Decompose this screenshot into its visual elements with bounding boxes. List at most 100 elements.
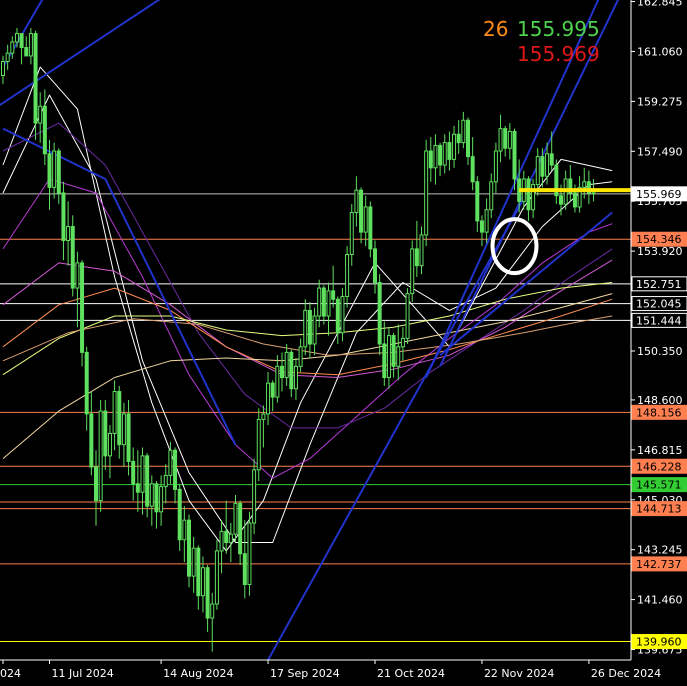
candle [159,475,164,526]
candle-body [261,413,266,420]
candle-body [479,220,484,233]
candle-body [112,391,117,434]
candle-body [503,128,508,149]
candle [154,481,159,529]
candle [117,385,122,459]
candle [56,148,61,205]
candle-body [275,365,280,398]
candle [284,343,289,386]
candle [321,285,326,325]
y-axis-tick-label: 161.060 [637,45,683,58]
candle [70,215,75,297]
x-axis-tick-label: 26 Dec 2024 [591,667,661,680]
candle-body [47,153,52,188]
x-axis-tick-label: 024 [0,667,21,680]
candle [89,391,94,476]
candle-body [512,130,517,180]
candle [187,514,191,588]
price-level-tag-label: 148.156 [636,406,682,419]
candle-body [154,483,159,513]
candle-body [56,150,61,194]
candle [303,299,308,356]
y-axis-tick-label: 150.350 [637,345,683,358]
candle-body [66,226,71,242]
candle [359,187,364,244]
candle-body [442,142,447,166]
candle-body [559,195,563,205]
x-axis-tick-label: 14 Aug 2024 [163,667,233,680]
candle-body [382,343,387,379]
candle [466,117,470,165]
candle-body [303,309,308,348]
candle-body [345,253,350,297]
candle-body [103,410,108,457]
candle [163,464,168,504]
candle-body [349,212,354,255]
candle [200,556,205,613]
candle-body [196,547,201,597]
candle [405,288,410,344]
candle [498,114,503,163]
candle-body [121,413,126,446]
candle-body [84,351,89,415]
candle [470,137,475,191]
candle [461,111,466,149]
candle-body [466,119,470,158]
candle [577,176,582,213]
candle-body [228,533,233,544]
candle [280,352,284,392]
price-level-tag: 145.571 [631,477,687,493]
candle [475,176,480,233]
price-level-tag: 151.444 [631,312,687,328]
candle-body [75,262,80,289]
candle [19,33,24,65]
candle-body [284,351,289,379]
candle [80,260,85,367]
candle [568,165,573,202]
candle-body [461,119,466,144]
candle-body [131,460,136,485]
candle-body [396,346,401,367]
candle-body [177,488,182,541]
price-level-tag-label: 154.346 [636,233,682,246]
candle [433,134,438,185]
candle-body [489,181,494,211]
price-level-tag-label: 142.737 [636,558,682,571]
candle [66,201,71,266]
moving-average-line [2,259,613,378]
price-level-tag-label: 152.045 [636,298,682,311]
candle [98,399,103,512]
timeframe-count: 26 [483,17,508,41]
candle-body [456,133,461,144]
candle [42,89,47,165]
candle-body [582,181,587,188]
candle [238,500,243,565]
candle-body [214,550,219,605]
bid-price: 155.995 [517,17,600,41]
candle [228,522,233,563]
candle [131,447,136,501]
candle-body [70,226,75,289]
price-level-tag-label: 146.228 [636,460,682,473]
candle [331,265,336,308]
y-axis-tick-label: 162.845 [637,0,683,9]
candle-body [498,128,503,152]
price-chart[interactable]: 162.845 161.060 159.275 157.490 155.705 153.9… [0,0,687,682]
candle-body [266,382,271,415]
candle-body [419,234,424,267]
candle [484,198,489,244]
candle [5,44,10,70]
price-level-tag: 148.156 [631,404,687,420]
chart-canvas[interactable]: 162.845161.060159.275157.490155.705153.9… [0,0,687,682]
candle [442,134,447,174]
candle [28,27,33,65]
candle [447,131,452,171]
candle [438,142,443,177]
candle [503,125,508,157]
price-level-tag: 139.960 [631,634,687,650]
candle-body [252,469,257,524]
candle-body [377,281,382,345]
candle-body [572,192,577,208]
candle [145,453,150,518]
candle-body [493,150,498,183]
